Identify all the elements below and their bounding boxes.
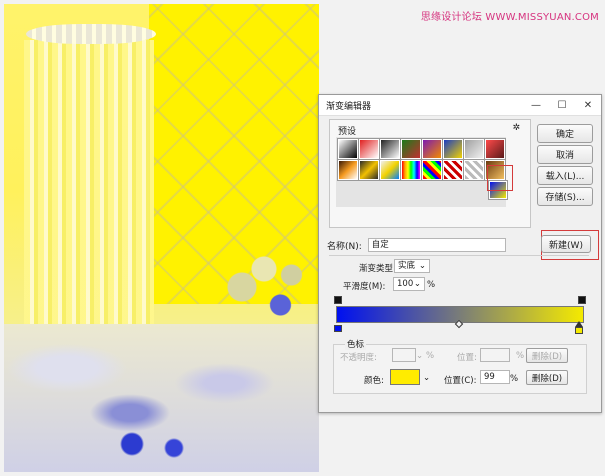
preset-swatch[interactable] xyxy=(443,139,463,159)
selected-preset-highlight xyxy=(487,165,513,191)
color-arrow-icon[interactable]: ⌄ xyxy=(423,373,430,383)
preset-swatch[interactable] xyxy=(380,139,400,159)
presets-grid xyxy=(336,137,507,207)
canopy-crown xyxy=(26,24,156,44)
name-label: 名称(N): xyxy=(327,241,362,252)
preset-swatch[interactable] xyxy=(485,139,505,159)
smoothness-unit: % xyxy=(427,280,436,290)
preset-swatch[interactable] xyxy=(401,139,421,159)
preset-swatch[interactable] xyxy=(338,160,358,180)
opacity-input xyxy=(392,348,416,362)
gradient-type-select[interactable]: 实底 ⌄ xyxy=(394,259,430,273)
chevron-down-icon: ⌄ xyxy=(413,279,421,289)
background-photo xyxy=(4,4,319,472)
delete-color-stop-button[interactable]: 删除(D) xyxy=(526,370,568,385)
gradient-type-value: 实底 xyxy=(398,261,416,271)
opacity-label: 不透明度: xyxy=(340,353,377,363)
minimize-icon[interactable]: — xyxy=(523,95,549,115)
color-stop-right[interactable] xyxy=(575,327,583,334)
opacity-arrow-icon: ⌄ xyxy=(416,351,424,361)
blue-flowers xyxy=(84,424,204,464)
load-button[interactable]: 载入(L)... xyxy=(537,166,593,185)
color-stops-panel: 不透明度: ⌄ % 位置: % 删除(D) 颜色: ⌄ 位置(C): 99 % … xyxy=(333,344,587,394)
preset-swatch[interactable] xyxy=(380,160,400,180)
maximize-icon[interactable]: ☐ xyxy=(549,95,575,115)
opacity-stop-right[interactable] xyxy=(578,296,586,304)
dialog-title: 渐变编辑器 xyxy=(326,101,372,112)
gradient-type-label: 渐变类型: xyxy=(359,264,396,274)
close-icon[interactable]: ✕ xyxy=(575,95,601,115)
new-button[interactable]: 新建(W) xyxy=(541,235,591,253)
smoothness-value: 100 xyxy=(397,279,414,289)
name-input[interactable]: 自定 xyxy=(367,238,506,252)
smoothness-label: 平滑度(M): xyxy=(343,282,386,292)
preset-swatch[interactable] xyxy=(338,139,358,159)
opacity-stop-left[interactable] xyxy=(334,296,342,304)
preset-swatch[interactable] xyxy=(464,160,484,180)
presets-label: 预设 xyxy=(338,127,357,137)
save-button[interactable]: 存储(S)... xyxy=(537,187,593,206)
preset-swatch[interactable] xyxy=(422,160,442,180)
opacity-position-input xyxy=(480,348,510,362)
color-stop-left[interactable] xyxy=(334,325,342,332)
position-input[interactable]: 99 xyxy=(480,370,510,384)
color-swatch[interactable] xyxy=(390,369,420,385)
ok-button[interactable]: 确定 xyxy=(537,124,593,143)
presets-panel: 预设 ✲ xyxy=(329,119,531,228)
preset-swatch[interactable] xyxy=(464,139,484,159)
color-label: 颜色: xyxy=(364,376,384,386)
gear-icon[interactable]: ✲ xyxy=(512,123,520,133)
chevron-down-icon: ⌄ xyxy=(418,261,426,271)
preset-swatch[interactable] xyxy=(401,160,421,180)
opacity-position-unit: % xyxy=(516,351,525,361)
watermark-text: 思缘设计论坛 WWW.MISSYUAN.COM xyxy=(420,12,599,23)
opacity-unit: % xyxy=(426,351,435,361)
preset-swatch[interactable] xyxy=(359,160,379,180)
dialog-titlebar[interactable]: 渐变编辑器 — ☐ ✕ xyxy=(319,95,601,116)
name-row: 名称(N): 自定 xyxy=(327,238,506,252)
preset-swatch[interactable] xyxy=(422,139,442,159)
delete-opacity-stop-button: 删除(D) xyxy=(526,348,568,363)
opacity-position-label: 位置: xyxy=(457,353,477,363)
bed-canopy xyxy=(24,40,154,370)
cancel-button[interactable]: 取消 xyxy=(537,145,593,164)
color-stops-legend: 色标 xyxy=(345,338,367,350)
preset-swatch[interactable] xyxy=(443,160,463,180)
position-label: 位置(C): xyxy=(444,376,477,386)
preset-swatch[interactable] xyxy=(359,139,379,159)
position-unit: % xyxy=(510,374,519,384)
gradient-editor-dialog: 渐变编辑器 — ☐ ✕ 预设 ✲ 确定 取消 载入(L)... 存储(S)...… xyxy=(318,94,602,413)
smoothness-input[interactable]: 100 ⌄ xyxy=(393,277,425,291)
